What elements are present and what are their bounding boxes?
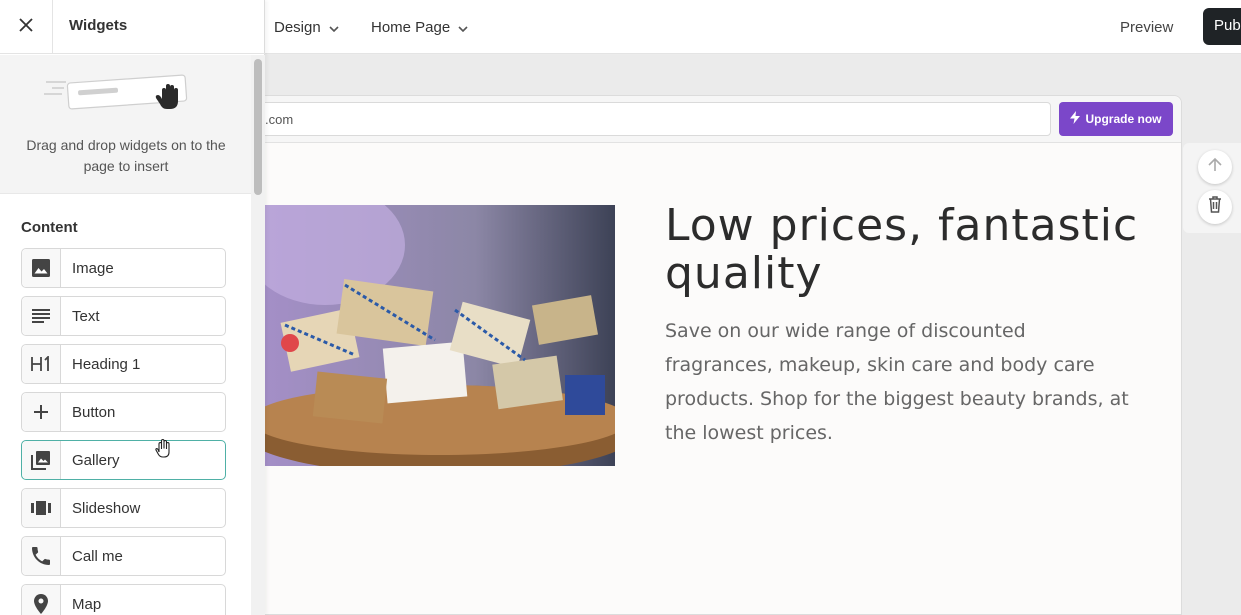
- close-icon: [19, 17, 33, 37]
- home-page-menu-label: Home Page: [371, 18, 451, 36]
- upgrade-now-label: Upgrade now: [1085, 112, 1162, 126]
- widget-button[interactable]: Button: [21, 392, 226, 432]
- widget-label: Slideshow: [72, 499, 141, 517]
- grab-hand-cursor-icon: [154, 438, 172, 463]
- widget-image[interactable]: Image: [21, 248, 226, 288]
- widget-text[interactable]: Text: [21, 296, 226, 336]
- close-panel-button[interactable]: [0, 0, 53, 54]
- panel-header: Widgets: [0, 0, 265, 54]
- gallery-icon: [22, 441, 61, 479]
- publish-button[interactable]: Pub: [1203, 8, 1241, 45]
- plus-icon: [22, 393, 61, 431]
- text-lines-icon: [22, 297, 61, 335]
- widget-map[interactable]: Map: [21, 584, 226, 615]
- upgrade-now-button[interactable]: Upgrade now: [1059, 102, 1173, 136]
- panel-scrollbar[interactable]: [251, 55, 265, 615]
- widget-gallery[interactable]: Gallery: [21, 440, 226, 480]
- browser-bar: .com Upgrade now: [261, 96, 1181, 143]
- delete-button[interactable]: [1198, 190, 1232, 224]
- phone-icon: [22, 537, 61, 575]
- widget-label: Heading 1: [72, 355, 141, 373]
- url-field[interactable]: .com: [261, 102, 1051, 136]
- widget-label: Call me: [72, 547, 123, 565]
- image-icon: [22, 249, 61, 287]
- hero-heading[interactable]: Low prices, fantastic quality: [665, 202, 1145, 298]
- panel-title: Widgets: [69, 17, 128, 34]
- scrollbar-thumb[interactable]: [254, 59, 262, 195]
- chevron-down-icon: [329, 19, 339, 36]
- widget-label: Text: [72, 307, 100, 325]
- widget-label: Map: [72, 595, 102, 613]
- home-page-menu[interactable]: Home Page: [371, 0, 468, 54]
- arrow-up-icon: [1207, 157, 1223, 178]
- hero-description[interactable]: Save on our wide range of discounted fra…: [665, 314, 1135, 450]
- widget-label: Gallery: [72, 451, 120, 469]
- chevron-down-icon: [458, 19, 468, 36]
- drag-hint: Drag and drop widgets on to the page to …: [0, 55, 251, 194]
- design-menu-label: Design: [274, 18, 321, 36]
- trash-icon: [1208, 196, 1222, 218]
- widget-call-me[interactable]: Call me: [21, 536, 226, 576]
- widgets-panel: Widgets Drag and drop widgets on to the …: [0, 0, 265, 615]
- slideshow-icon: [22, 489, 61, 527]
- h1-icon: [22, 345, 61, 383]
- widget-heading-1[interactable]: Heading 1: [21, 344, 226, 384]
- content-section-label: Content: [21, 219, 78, 236]
- widget-label: Image: [72, 259, 114, 277]
- lightning-icon: [1070, 111, 1081, 127]
- preview-button[interactable]: Preview: [1120, 0, 1173, 54]
- widget-label: Button: [72, 403, 116, 421]
- drag-widget-illustration-icon: [44, 73, 194, 122]
- drag-hint-text: Drag and drop widgets on to the page to …: [26, 137, 226, 174]
- map-pin-icon: [22, 585, 61, 615]
- hero-image[interactable]: [265, 205, 615, 466]
- move-up-button[interactable]: [1198, 150, 1232, 184]
- widget-slideshow[interactable]: Slideshow: [21, 488, 226, 528]
- design-menu[interactable]: Design: [274, 0, 339, 54]
